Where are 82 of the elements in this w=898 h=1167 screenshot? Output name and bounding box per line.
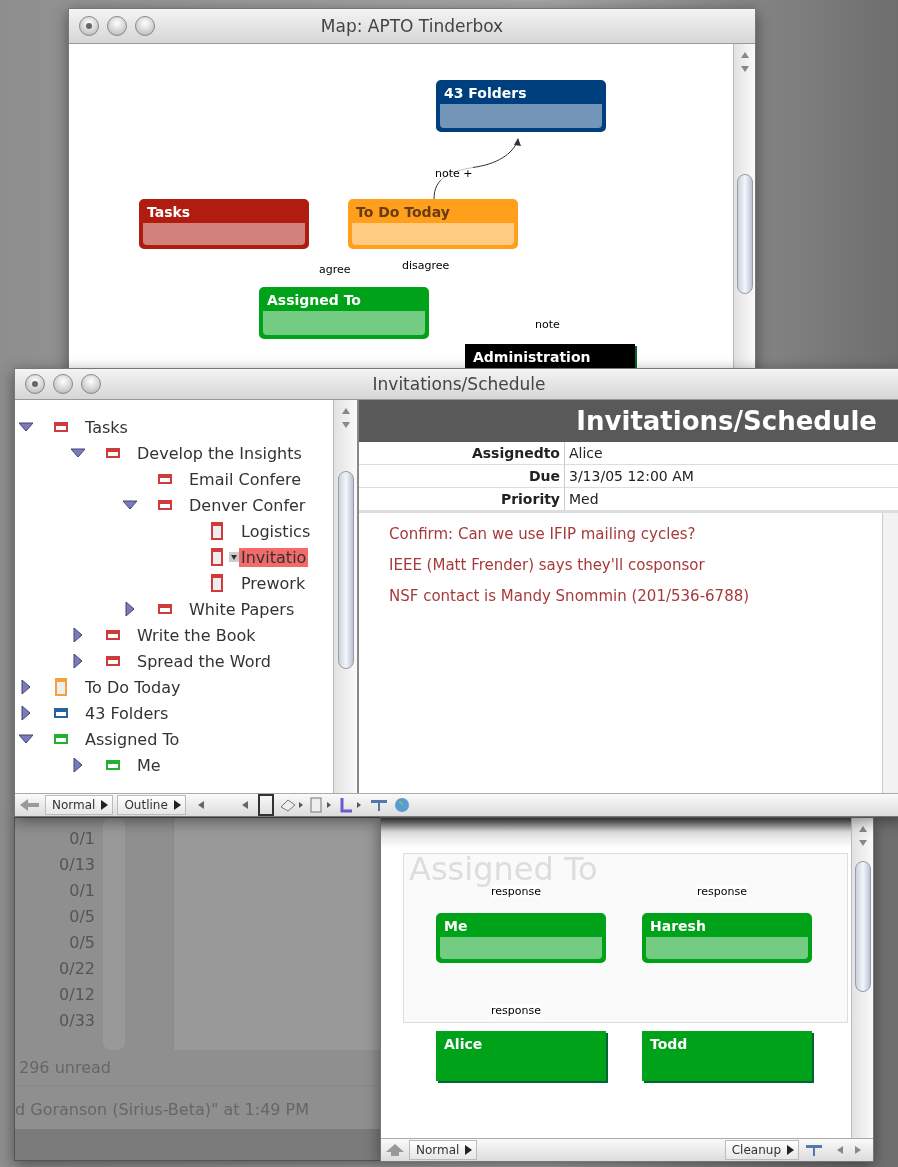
popup-arrow-icon [101, 800, 109, 810]
count: 0/5 [69, 906, 95, 928]
outline-item[interactable]: Invitatio [239, 547, 309, 567]
note-text-line: Confirm: Can we use IFIP mailing cycles? [389, 525, 697, 543]
note-text-line: NSF contact is Mandy Snommin (201/536-6788) [389, 587, 751, 605]
link-label: response [491, 1004, 541, 1017]
attribute-name: Assignedto [359, 442, 565, 465]
link-label: note + [435, 167, 473, 180]
up-arrow-icon[interactable] [385, 1143, 405, 1157]
outline-item[interactable]: Logistics [239, 521, 313, 541]
attribute-value[interactable]: Med [565, 488, 898, 511]
pin-icon[interactable] [803, 1143, 825, 1157]
count: 0/5 [69, 932, 95, 954]
disclosure-triangle-icon[interactable] [71, 654, 85, 668]
outline-item[interactable]: Spread the Word [135, 651, 273, 671]
outline-item[interactable]: Tasks [83, 417, 130, 437]
splitter-handle[interactable] [257, 794, 274, 816]
outline-item[interactable]: Me [135, 755, 163, 775]
disclosure-triangle-icon[interactable] [71, 446, 85, 460]
mode-popup[interactable]: Outline [117, 795, 186, 815]
map-note[interactable]: Tasks [139, 199, 309, 249]
disclosure-triangle-icon[interactable] [19, 680, 33, 694]
outline-item[interactable]: Develop the Insights [135, 443, 304, 463]
minimize-button[interactable] [107, 16, 127, 36]
scroll-arrows-icon[interactable] [739, 50, 750, 74]
window-title: Invitations/Schedule [372, 374, 546, 394]
popup-arrow-icon [465, 1145, 473, 1155]
link-label: response [491, 885, 541, 898]
disclosure-triangle-icon[interactable] [19, 706, 33, 720]
outline-item[interactable]: Prework [239, 573, 308, 593]
outline-item[interactable]: Email Confere [187, 469, 304, 489]
popup-arrow-icon [787, 1145, 794, 1155]
cleanup-popup[interactable]: Cleanup [724, 1140, 799, 1160]
disclosure-triangle-icon[interactable] [19, 420, 33, 434]
globe-icon[interactable] [393, 797, 410, 813]
outline-item[interactable]: White Papers [187, 599, 297, 619]
count: 0/12 [59, 984, 95, 1006]
scrollbar[interactable] [851, 818, 873, 1138]
count: 0/33 [59, 1010, 95, 1032]
note-title: Invitations/Schedule [576, 406, 877, 436]
popup-arrow-icon [173, 800, 181, 810]
scrollbar[interactable] [882, 513, 898, 793]
close-button[interactable] [79, 16, 99, 36]
outline-item[interactable]: Assigned To [83, 729, 182, 749]
count: 0/1 [69, 828, 95, 850]
outline-item[interactable]: To Do Today [83, 677, 183, 697]
scroll-arrows-icon[interactable] [340, 406, 351, 430]
text-marker-icon [229, 552, 239, 562]
note-text-line: IEEE (Matt Frender) says they'll cosponsor [389, 556, 706, 574]
map-note[interactable]: To Do Today [348, 199, 518, 249]
disclosure-triangle-icon[interactable] [71, 758, 85, 772]
count: 0/13 [59, 854, 95, 876]
map-note[interactable]: 43 Folders [436, 80, 606, 132]
view-popup[interactable]: Normal [409, 1140, 478, 1160]
scrollbar[interactable] [733, 44, 755, 369]
scroll-arrows-icon[interactable] [857, 824, 868, 848]
view-popup[interactable]: Normal [45, 795, 114, 815]
link-label: note [535, 318, 560, 331]
disclosure-triangle-icon[interactable] [123, 498, 137, 512]
attribute-value[interactable]: 3/13/05 12:00 AM [565, 465, 898, 488]
outline-item[interactable]: Denver Confer [187, 495, 308, 515]
disclosure-triangle-icon[interactable] [19, 732, 33, 746]
zoom-button[interactable] [81, 374, 101, 394]
map-note[interactable]: Administration [465, 344, 635, 369]
outline-item[interactable]: Write the Book [135, 625, 258, 645]
count: 0/1 [69, 880, 95, 902]
link-label: disagree [402, 259, 450, 272]
outline-item[interactable]: 43 Folders [83, 703, 171, 723]
link-label: response [697, 885, 747, 898]
back-arrow-icon[interactable] [19, 798, 41, 812]
window-title: Map: APTO Tinderbox [320, 16, 504, 36]
count: 0/22 [59, 958, 95, 980]
attribute-name: Priority [359, 488, 565, 511]
scrollbar[interactable] [333, 400, 357, 793]
minimize-button[interactable] [53, 374, 73, 394]
zoom-button[interactable] [135, 16, 155, 36]
scrollbar[interactable] [103, 818, 125, 1050]
attribute-name: Due [359, 465, 565, 488]
disclosure-triangle-icon[interactable] [123, 602, 137, 616]
disclosure-triangle-icon[interactable] [71, 628, 85, 642]
attribute-value[interactable]: Alice [565, 442, 898, 465]
close-button[interactable] [25, 374, 45, 394]
